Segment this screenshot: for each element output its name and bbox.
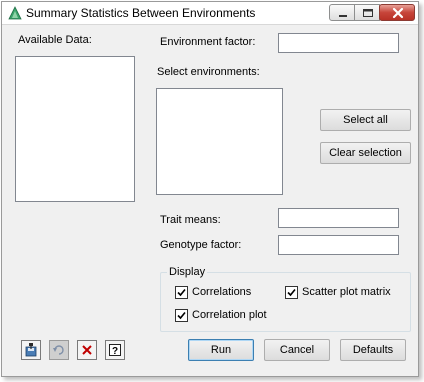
available-data-list[interactable] xyxy=(15,56,135,202)
save-options-button[interactable] xyxy=(21,340,41,360)
dialog-window: Summary Statistics Between Environments … xyxy=(1,1,419,377)
select-environments-list[interactable] xyxy=(156,88,283,195)
genotype-factor-label: Genotype factor: xyxy=(160,239,242,251)
display-group-title: Display xyxy=(167,266,208,278)
environment-factor-label: Environment factor: xyxy=(160,36,256,48)
clear-selection-button[interactable]: Clear selection xyxy=(320,142,411,164)
genotype-factor-field[interactable] xyxy=(278,235,399,255)
trait-means-field[interactable] xyxy=(278,208,399,228)
close-button[interactable] xyxy=(379,4,415,21)
correlations-checkbox[interactable] xyxy=(175,286,188,299)
trait-means-label: Trait means: xyxy=(160,214,221,226)
available-data-label: Available Data: xyxy=(18,34,92,46)
genstat-app-icon xyxy=(8,6,22,20)
undo-icon xyxy=(53,345,64,355)
svg-text:?: ? xyxy=(112,346,118,357)
run-button[interactable]: Run xyxy=(188,339,254,361)
title-bar[interactable]: Summary Statistics Between Environments xyxy=(2,2,418,25)
defaults-button[interactable]: Defaults xyxy=(340,339,406,361)
clear-button[interactable] xyxy=(77,340,97,360)
checkmark-icon xyxy=(177,311,186,320)
checkmark-icon xyxy=(287,288,296,297)
correlation-plot-label[interactable]: Correlation plot xyxy=(192,309,267,321)
maximize-button[interactable] xyxy=(354,4,380,21)
correlation-plot-checkbox[interactable] xyxy=(175,309,188,322)
correlations-label[interactable]: Correlations xyxy=(192,286,251,298)
cancel-button[interactable]: Cancel xyxy=(264,339,330,361)
select-environments-label: Select environments: xyxy=(157,66,260,78)
select-all-button[interactable]: Select all xyxy=(320,109,411,131)
maximize-icon xyxy=(363,9,373,17)
help-icon: ? xyxy=(109,344,121,357)
environment-factor-field[interactable] xyxy=(278,33,399,53)
scatter-plot-matrix-label[interactable]: Scatter plot matrix xyxy=(302,286,391,298)
help-button[interactable]: ? xyxy=(105,340,125,360)
undo-button[interactable] xyxy=(49,340,69,360)
minimize-button[interactable] xyxy=(329,4,355,21)
clear-icon xyxy=(82,345,92,355)
window-title: Summary Statistics Between Environments xyxy=(26,6,256,20)
close-icon xyxy=(392,7,404,19)
save-options-icon xyxy=(25,343,37,357)
scatter-plot-matrix-checkbox[interactable] xyxy=(285,286,298,299)
display-group xyxy=(160,272,411,332)
minimize-icon xyxy=(339,15,347,17)
checkmark-icon xyxy=(177,288,186,297)
